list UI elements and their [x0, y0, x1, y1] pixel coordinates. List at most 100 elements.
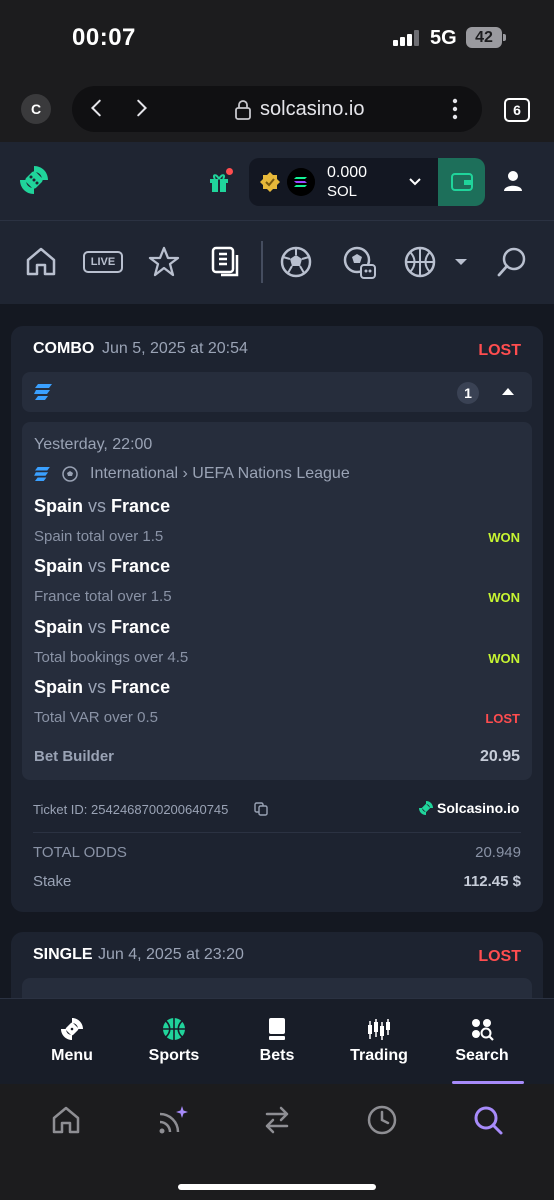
bet-date: Jun 5, 2025 at 20:54 — [102, 340, 248, 357]
divider — [33, 832, 521, 833]
bet-legs: Yesterday, 22:00 International › UEFA Na… — [22, 422, 532, 780]
solana-icon — [287, 168, 315, 196]
tab-switcher-button[interactable]: 6 — [504, 98, 530, 122]
away-team: France — [111, 556, 171, 576]
wallet-icon — [450, 173, 473, 191]
lock-icon — [235, 100, 251, 120]
leg-result: WON — [488, 651, 520, 666]
feed-sparkle-icon[interactable] — [156, 1104, 188, 1136]
network-type: 5G — [430, 27, 457, 49]
bet-status: LOST — [478, 948, 521, 965]
selection-count: 1 — [457, 382, 479, 404]
vs-label: vs — [88, 556, 107, 576]
sport-nav: LIVE — [0, 220, 554, 304]
match-title[interactable]: Spain vs France — [34, 556, 170, 577]
history-icon[interactable] — [366, 1104, 398, 1136]
user-icon[interactable] — [502, 170, 524, 192]
bet-card[interactable]: COMBO Jun 5, 2025 at 20:54 LOST 1 Yester… — [11, 326, 543, 912]
brand-watermark: Solcasino.io — [419, 800, 519, 816]
copy-icon[interactable] — [254, 802, 268, 816]
event-time: Yesterday, 22:00 — [34, 436, 153, 453]
market-label: France total over 1.5 — [34, 588, 172, 605]
tab-label: Search — [455, 1047, 509, 1064]
solcasino-logo-icon — [419, 801, 433, 815]
switch-icon[interactable] — [261, 1104, 293, 1136]
bet-status: LOST — [478, 342, 521, 359]
betslip-icon — [269, 1018, 285, 1040]
battery-icon: 42 — [466, 27, 506, 48]
app-tab-bar: Menu Sports Bets Trading Search — [0, 998, 554, 1084]
tab-sports[interactable]: Sports — [124, 999, 224, 1085]
bet-builder-icon — [34, 467, 50, 481]
home-indicator — [178, 1184, 376, 1190]
notification-dot — [226, 168, 233, 175]
market-label: Total bookings over 4.5 — [34, 649, 189, 666]
verified-badge-icon — [260, 172, 280, 192]
total-odds-label: TOTAL ODDS — [33, 844, 127, 861]
home-icon[interactable] — [50, 1104, 82, 1136]
bet-builder-icon — [34, 384, 52, 400]
leg-result: WON — [488, 530, 520, 545]
market-label: Spain total over 1.5 — [34, 528, 164, 545]
bet-card[interactable]: SINGLE Jun 4, 2025 at 23:20 LOST — [11, 932, 543, 998]
bets-list: COMBO Jun 5, 2025 at 20:54 LOST 1 Yester… — [0, 304, 554, 998]
tab-label: Sports — [148, 1047, 200, 1064]
search-icon[interactable] — [495, 245, 529, 279]
tab-label: Trading — [350, 1047, 408, 1064]
vs-label: vs — [88, 496, 107, 516]
star-icon[interactable] — [147, 245, 181, 279]
candlestick-icon — [368, 1019, 390, 1040]
away-team: France — [111, 617, 171, 637]
leg-result: LOST — [485, 711, 520, 726]
solcasino-logo-icon[interactable] — [18, 164, 50, 196]
match-title[interactable]: Spain vs France — [34, 496, 170, 517]
virtual-soccer-icon[interactable] — [342, 245, 376, 279]
home-icon[interactable] — [24, 245, 58, 279]
url-text: solcasino.io — [260, 98, 365, 120]
nav-divider — [261, 241, 263, 283]
search-icon — [472, 1019, 494, 1041]
back-icon[interactable] — [86, 97, 108, 119]
bet-builder-toggle[interactable]: 1 — [22, 372, 532, 412]
address-bar[interactable]: solcasino.io — [72, 86, 482, 132]
home-team: Spain — [34, 617, 84, 637]
bet-date: Jun 4, 2025 at 23:20 — [98, 946, 244, 963]
status-bar: 00:07 5G 42 — [0, 0, 554, 76]
balance-currency: SOL — [327, 183, 358, 200]
forward-icon[interactable] — [130, 97, 152, 119]
signal-icon — [393, 30, 421, 46]
wallet-button[interactable] — [438, 158, 485, 206]
match-title[interactable]: Spain vs France — [34, 617, 170, 638]
tab-bets[interactable]: Bets — [227, 999, 327, 1085]
basketball-icon[interactable] — [403, 245, 437, 279]
match-title[interactable]: Spain vs France — [34, 677, 170, 698]
profile-avatar[interactable]: C — [21, 94, 51, 124]
soccer-icon[interactable] — [279, 245, 313, 279]
soccer-icon — [62, 466, 78, 482]
more-icon[interactable] — [452, 98, 458, 120]
tab-menu[interactable]: Menu — [22, 999, 122, 1085]
menu-logo-icon — [61, 1018, 83, 1040]
balance-selector[interactable]: 0.000 SOL — [249, 158, 485, 206]
brand-name: Solcasino.io — [437, 800, 520, 816]
balance-amount: 0.000 — [327, 164, 368, 181]
bet-summary-bar[interactable] — [22, 978, 532, 998]
tab-label: Menu — [51, 1047, 93, 1064]
market-label: Total VAR over 0.5 — [34, 709, 158, 726]
bet-type: COMBO — [33, 340, 95, 357]
league-text: International › UEFA Nations League — [90, 465, 350, 482]
tab-trading[interactable]: Trading — [329, 999, 429, 1085]
browser-toolbar: C solcasino.io 6 — [0, 76, 554, 142]
live-button[interactable]: LIVE — [83, 251, 123, 273]
my-bets-icon[interactable] — [209, 245, 243, 279]
ticket-id: Ticket ID: 2542468700200640745 — [33, 802, 229, 817]
chevron-down-icon[interactable] — [407, 174, 423, 190]
search-icon[interactable] — [472, 1104, 504, 1136]
more-sports-caret-icon[interactable] — [450, 245, 472, 279]
site-header: 0.000 SOL — [0, 142, 554, 220]
tab-search[interactable]: Search — [432, 999, 532, 1085]
caret-up-icon[interactable] — [502, 388, 514, 395]
stake-label: Stake — [33, 873, 72, 890]
bet-type: SINGLE — [33, 946, 93, 963]
vs-label: vs — [88, 617, 107, 637]
